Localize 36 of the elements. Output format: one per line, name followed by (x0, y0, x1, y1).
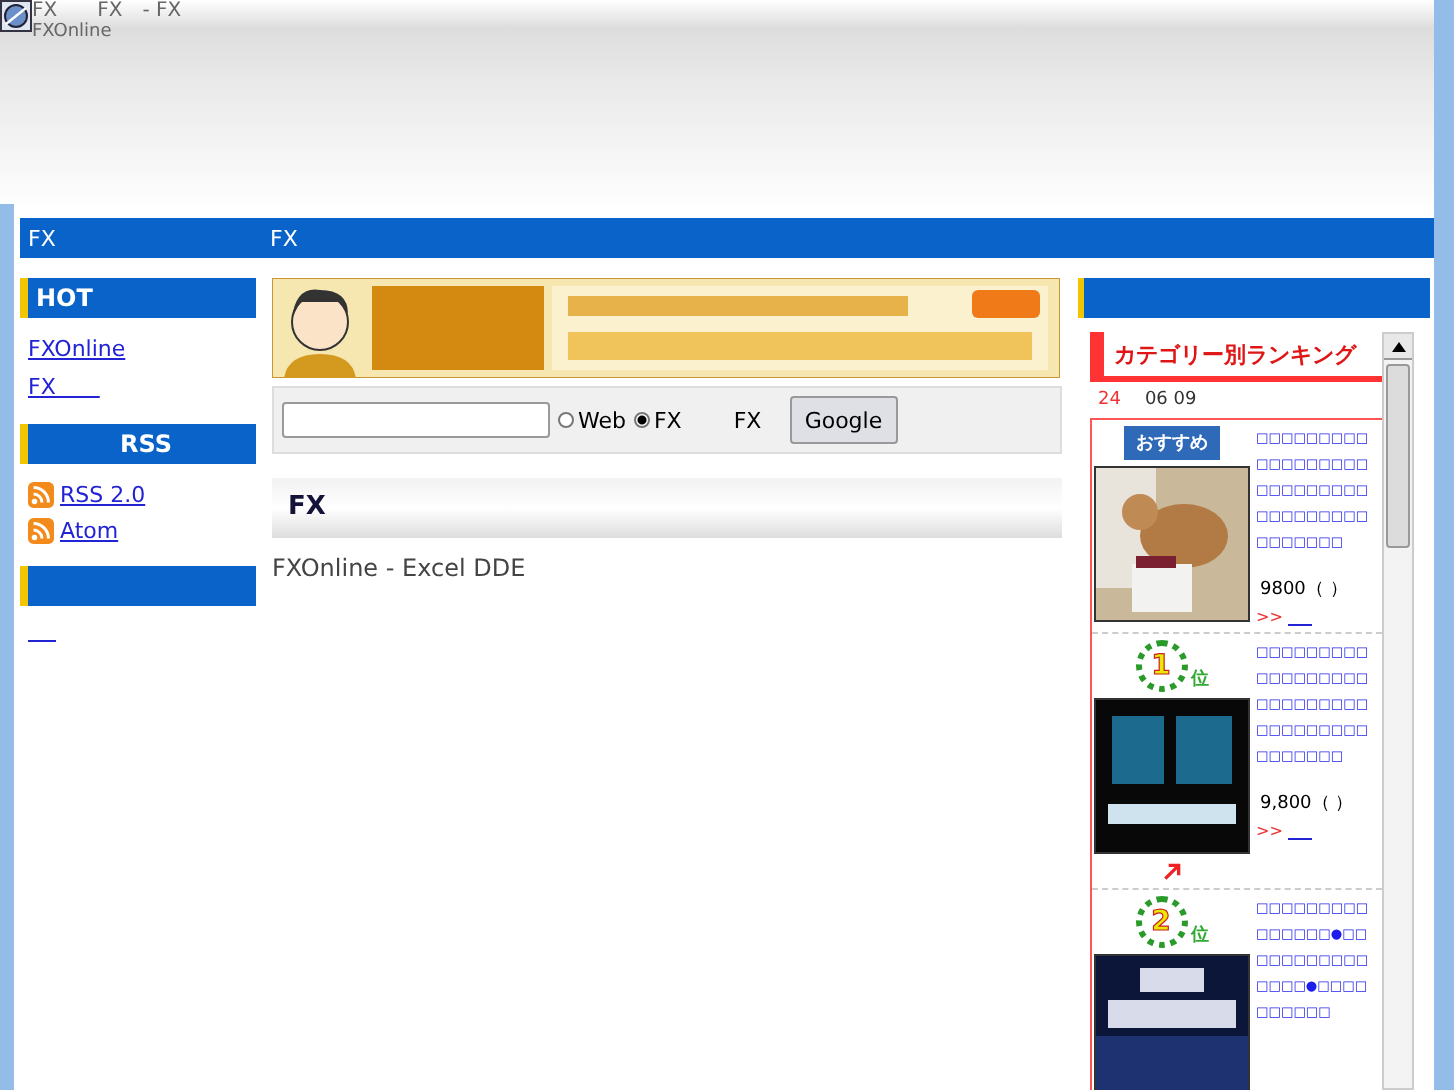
more-marker: >> (1256, 608, 1283, 626)
radio-option[interactable]: FX (633, 407, 682, 433)
globe-icon (0, 0, 32, 32)
product-price: 9800（ ） (1258, 578, 1350, 602)
rank-suffix: 位 (1191, 667, 1209, 692)
sidebar-link[interactable]: RSS 2.0 (60, 482, 146, 508)
site-title: FX FX - FX (32, 0, 182, 22)
sidebar-link[interactable]: FX (28, 372, 100, 402)
sidebar-link[interactable]: Atom (60, 518, 119, 544)
nav-link[interactable]: FX (20, 225, 262, 251)
up-arrow-icon (1391, 341, 1405, 351)
nav-link[interactable]: FX (262, 225, 298, 251)
ranking-title: カテゴリー別ランキング (1090, 332, 1382, 382)
sidebar-heading: RSS (20, 424, 256, 464)
site-subtitle: FXOnline (32, 22, 114, 42)
rank-suffix: 位 (1191, 923, 1209, 948)
recommend-badge: おすすめ (1124, 426, 1220, 460)
product-price: 9,800（ ） (1258, 792, 1356, 816)
search-field[interactable] (282, 402, 550, 438)
rank-badge: 1 (1135, 640, 1187, 692)
rss-icon (28, 518, 54, 544)
scrollbar-thumb[interactable] (1386, 364, 1410, 548)
sidebar-link[interactable]: FXOnline (28, 336, 126, 362)
radio-option[interactable]: Web (558, 407, 626, 433)
rss-icon (28, 482, 54, 508)
search-button[interactable]: Google (789, 396, 898, 444)
rank-badge: 2 (1135, 896, 1187, 948)
ranking-date: 06 09 (1144, 390, 1197, 410)
ranking-count: 24 (1098, 390, 1121, 410)
more-marker: >> (1256, 822, 1283, 840)
section-heading: FX (272, 478, 1062, 538)
sidebar-heading: HOT (20, 278, 256, 318)
search-label: FX (733, 407, 762, 433)
scrollbar[interactable] (1382, 332, 1414, 1090)
section-text: FXOnline - Excel DDE (272, 554, 528, 582)
arrow-icon (1162, 862, 1182, 882)
